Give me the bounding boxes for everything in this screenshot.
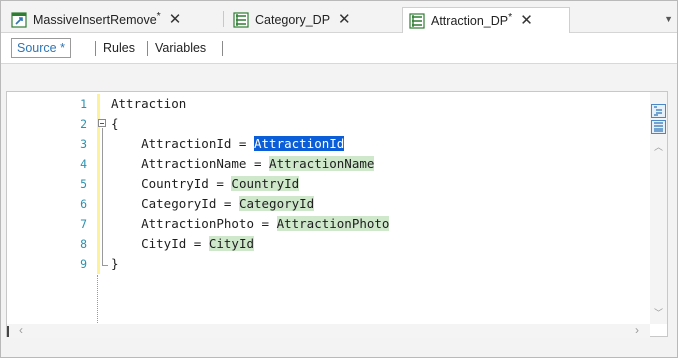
chevron-left-icon[interactable]: ‹ [19, 323, 23, 337]
fold-guide [97, 275, 98, 325]
list-view-icon[interactable] [651, 120, 666, 134]
code-line[interactable]: CategoryId = CategoryId [111, 194, 315, 214]
chevron-up-icon[interactable]: ︿ [654, 140, 663, 153]
line-number: 9 [80, 257, 87, 271]
close-icon[interactable]: ✕ [169, 12, 182, 27]
document-tab-bar: MassiveInsertRemove* ✕ Category_DP ✕ Att… [1, 1, 677, 33]
close-icon[interactable]: ✕ [338, 12, 351, 27]
tab-label: Category_DP [255, 13, 331, 28]
matched-identifier: AttractionPhoto [276, 216, 390, 231]
tab-variables[interactable]: Variables [150, 38, 211, 58]
chevron-right-icon[interactable]: › [635, 323, 639, 337]
line-number: 6 [80, 197, 87, 211]
tab-label: Attraction_DP* [431, 12, 513, 29]
line-number: 7 [80, 217, 87, 231]
line-number: 1 [80, 97, 87, 111]
line-number: 2 [80, 117, 87, 131]
tab-rules[interactable]: Rules [98, 38, 140, 58]
procedure-icon [11, 11, 27, 28]
line-number-gutter: 1 2 3 4 5 6 7 8 9 [7, 92, 93, 324]
horizontal-scrollbar[interactable]: ‹ › [7, 323, 650, 338]
chevron-down-icon[interactable]: ▼ [664, 14, 673, 24]
tab-source[interactable]: Source * [11, 38, 71, 58]
outline-view-icon[interactable] [651, 104, 666, 118]
line-number: 8 [80, 237, 87, 251]
data-provider-icon [233, 11, 249, 28]
code-line[interactable]: Attraction [111, 94, 186, 114]
part-tab-bar: Source * Rules Variables [1, 33, 677, 64]
subtab-separator [222, 41, 223, 56]
matched-identifier: AttractionName [269, 156, 375, 171]
subtab-separator [95, 41, 96, 56]
fold-guide [102, 265, 108, 266]
subtab-separator [147, 41, 148, 56]
text-cursor [7, 326, 9, 337]
code-line[interactable]: CityId = CityId [111, 234, 254, 254]
code-line[interactable]: CountryId = CountryId [111, 174, 300, 194]
tab-attraction-dp[interactable]: Attraction_DP* ✕ [402, 7, 570, 33]
code-line[interactable]: { [111, 114, 119, 134]
code-line[interactable]: } [111, 254, 119, 274]
line-number: 4 [80, 157, 87, 171]
collapse-icon[interactable] [98, 119, 106, 127]
close-icon[interactable]: ✕ [520, 13, 533, 28]
data-provider-icon [409, 12, 425, 29]
matched-identifier: CategoryId [238, 196, 315, 211]
code-line[interactable]: AttractionId = AttractionId [111, 134, 345, 154]
source-editor[interactable]: 1 2 3 4 5 6 7 8 9 Attraction { Attractio… [6, 91, 668, 338]
fold-guide [102, 128, 103, 265]
tab-label: MassiveInsertRemove* [33, 11, 161, 28]
tab-category-dp[interactable]: Category_DP ✕ [227, 7, 402, 32]
matched-identifier: CountryId [231, 176, 300, 191]
code-line[interactable]: AttractionName = AttractionName [111, 154, 375, 174]
matched-identifier: CityId [208, 236, 254, 251]
chevron-down-icon[interactable]: ﹀ [654, 306, 663, 319]
line-number: 3 [80, 137, 87, 151]
code-line[interactable]: AttractionPhoto = AttractionPhoto [111, 214, 390, 234]
vertical-scrollbar[interactable]: ︿ ﹀ [650, 92, 667, 324]
selected-text[interactable]: AttractionId [254, 136, 345, 151]
line-number: 5 [80, 177, 87, 191]
tab-separator [223, 11, 224, 27]
tab-massiveinsertremove[interactable]: MassiveInsertRemove* ✕ [5, 7, 217, 32]
